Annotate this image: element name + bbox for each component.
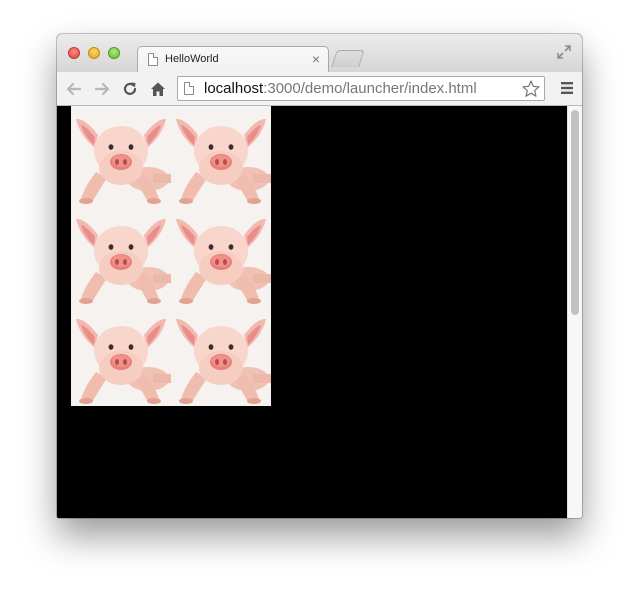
screen: HelloWorld × localhost:3000/demo/launche… [0, 0, 639, 597]
pig-image [71, 206, 171, 306]
vertical-scrollbar[interactable] [567, 106, 582, 518]
home-button[interactable] [149, 80, 167, 98]
zoom-window-button[interactable] [108, 47, 120, 59]
title-bar: HelloWorld × [57, 34, 582, 73]
image-grid [71, 106, 271, 406]
reload-button[interactable] [121, 80, 139, 98]
scrollbar-thumb[interactable] [571, 110, 579, 315]
forward-arrow-icon [94, 82, 110, 96]
reload-icon [123, 82, 137, 95]
pig-image [71, 306, 171, 406]
fullscreen-icon[interactable] [556, 44, 572, 60]
tab-close-icon[interactable]: × [312, 50, 320, 68]
page-viewport [57, 106, 582, 518]
pig-image [171, 306, 271, 406]
pig-image [171, 106, 271, 206]
address-bar[interactable]: localhost:3000/demo/launcher/index.html [177, 76, 545, 101]
minimize-window-button[interactable] [88, 47, 100, 59]
star-icon[interactable] [521, 79, 541, 99]
forward-button[interactable] [93, 80, 111, 98]
document-icon [148, 53, 158, 66]
url-path: :3000/demo/launcher/index.html [263, 80, 477, 97]
browser-toolbar: localhost:3000/demo/launcher/index.html [57, 72, 582, 106]
tab-helloworld[interactable]: HelloWorld × [137, 46, 329, 73]
url-text[interactable]: localhost:3000/demo/launcher/index.html [204, 80, 477, 97]
url-host: localhost [204, 80, 264, 97]
pig-image [171, 206, 271, 306]
close-window-button[interactable] [68, 47, 80, 59]
menu-icon[interactable] [560, 81, 574, 95]
browser-window: HelloWorld × localhost:3000/demo/launche… [57, 34, 582, 518]
back-button[interactable] [65, 80, 83, 98]
page-icon [184, 82, 194, 95]
tab-title: HelloWorld [165, 53, 219, 65]
back-arrow-icon [66, 82, 82, 96]
new-tab-button[interactable] [331, 50, 365, 67]
home-icon [151, 82, 165, 96]
pig-image [71, 106, 171, 206]
